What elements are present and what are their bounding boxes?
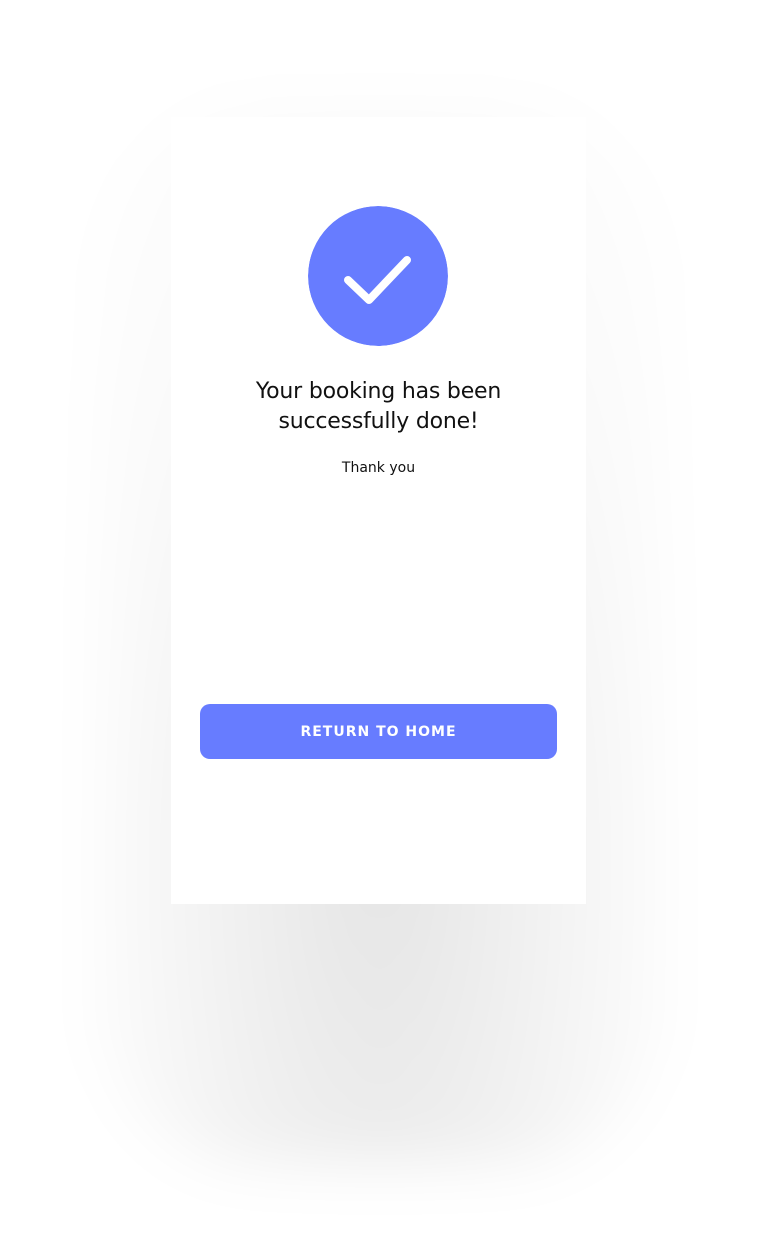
return-to-home-button[interactable]: RETURN TO HOME xyxy=(200,704,557,759)
checkmark-icon xyxy=(308,206,448,346)
booking-success-screen: Your booking has been successfully done!… xyxy=(171,117,586,904)
confirmation-subtitle: Thank you xyxy=(341,460,416,476)
confirmation-title: Your booking has been successfully done! xyxy=(255,379,502,434)
